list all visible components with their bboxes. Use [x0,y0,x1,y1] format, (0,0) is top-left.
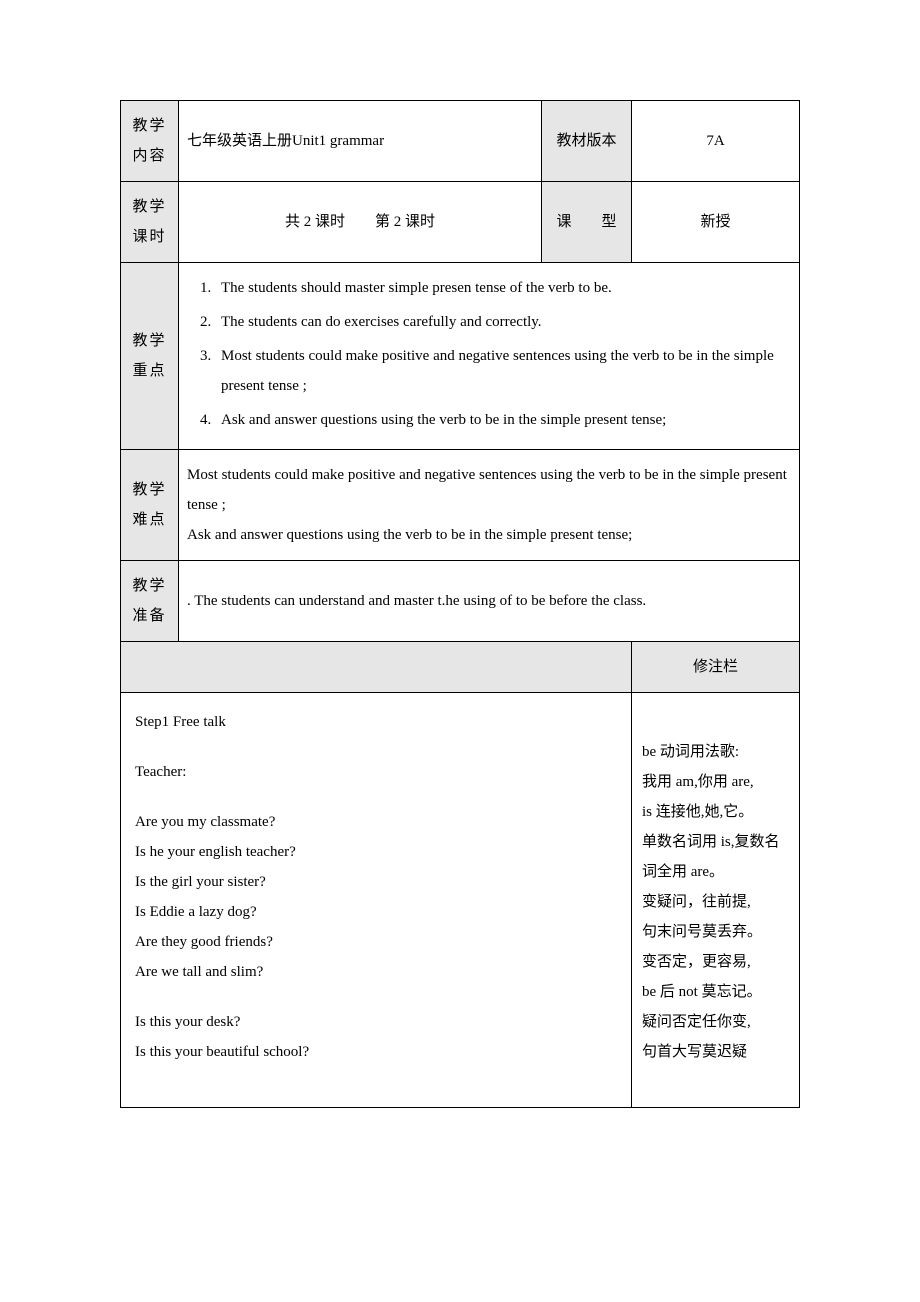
question-line: Is he your english teacher? [135,837,617,867]
label-periods: 教学课时 [121,182,179,263]
keypoint-item: The students should master simple presen… [215,273,791,303]
label-class-type: 课 型 [542,182,632,263]
value-textbook-version: 7A [632,101,800,182]
label-notes-column: 修注栏 [632,642,800,693]
note-line: 句末问号莫丢弃。 [642,917,789,947]
value-preparation: . The students can understand and master… [179,561,800,642]
label-preparation: 教学准备 [121,561,179,642]
note-line: 句首大写莫迟疑 [642,1037,789,1067]
question-line: Are they good friends? [135,927,617,957]
question-line: Is this your desk? [135,1007,617,1037]
value-keypoints: The students should master simple presen… [179,263,800,450]
label-keypoints: 教学重点 [121,263,179,450]
label-teaching-content: 教学内容 [121,101,179,182]
note-line: be 后 not 莫忘记。 [642,977,789,1007]
lesson-plan-table: 教学内容 七年级英语上册Unit1 grammar 教材版本 7A 教学课时 共… [120,100,800,1108]
row-preparation: 教学准备 . The students can understand and m… [121,561,800,642]
value-difficulties: Most students could make positive and ne… [179,450,800,561]
question-line: Is Eddie a lazy dog? [135,897,617,927]
procedure-cell: Step1 Free talk Teacher: Are you my clas… [121,693,632,1108]
keypoint-item: The students can do exercises carefully … [215,307,791,337]
label-textbook-version: 教材版本 [542,101,632,182]
question-line: Are we tall and slim? [135,957,617,987]
keypoint-item: Ask and answer questions using the verb … [215,405,791,435]
question-line: Are you my classmate? [135,807,617,837]
question-line: Is the girl your sister? [135,867,617,897]
label-difficulties: 教学难点 [121,450,179,561]
difficulty-line: Most students could make positive and ne… [187,460,791,520]
blank-header [121,642,632,693]
row-content: 教学内容 七年级英语上册Unit1 grammar 教材版本 7A [121,101,800,182]
note-line: 变否定，更容易, [642,947,789,977]
keypoint-item: Most students could make positive and ne… [215,341,791,401]
note-line: 疑问否定任你变, [642,1007,789,1037]
row-procedure: Step1 Free talk Teacher: Are you my clas… [121,693,800,1108]
note-line: 单数名词用 is,复数名词全用 are。 [642,827,789,887]
note-line: be 动词用法歌: [642,737,789,767]
row-periods: 教学课时 共 2 课时 第 2 课时 课 型 新授 [121,182,800,263]
row-keypoints: 教学重点 The students should master simple p… [121,263,800,450]
value-periods: 共 2 课时 第 2 课时 [179,182,542,263]
note-line: 我用 am,你用 are, [642,767,789,797]
row-notes-header: 修注栏 [121,642,800,693]
difficulty-line: Ask and answer questions using the verb … [187,520,791,550]
notes-cell: be 动词用法歌: 我用 am,你用 are, is 连接他,她,它。 单数名词… [632,693,800,1108]
row-difficulties: 教学难点 Most students could make positive a… [121,450,800,561]
value-class-type: 新授 [632,182,800,263]
value-teaching-content: 七年级英语上册Unit1 grammar [179,101,542,182]
note-line: is 连接他,她,它。 [642,797,789,827]
step-title: Step1 Free talk [135,707,617,737]
question-line: Is this your beautiful school? [135,1037,617,1067]
teacher-label: Teacher: [135,757,617,787]
note-line: 变疑问，往前提, [642,887,789,917]
